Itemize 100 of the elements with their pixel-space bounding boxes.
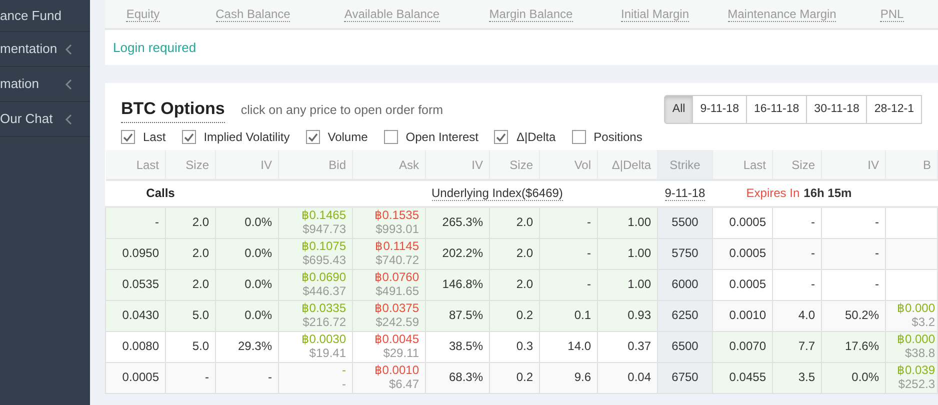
expires-value: 16h 15m <box>804 186 852 200</box>
table-cell: 5.0 <box>192 308 209 322</box>
table-cell: 0.0% <box>244 276 272 291</box>
column-header: Cash Balance <box>216 7 290 22</box>
checkbox-label: Implied Volatility <box>204 129 290 146</box>
expires-label: Expires In <box>746 186 800 200</box>
usd-price: $216.72 <box>302 314 346 329</box>
table-cell: - <box>875 246 879 260</box>
table-cell: 68.3% <box>448 370 483 384</box>
table-cell: 0.04 <box>628 370 651 384</box>
table-cell: 0.1 <box>574 308 591 322</box>
table-cell: 0.2 <box>516 308 533 322</box>
column-header: Size <box>166 150 216 180</box>
expiry-filter-button[interactable]: 9-11-18 <box>692 95 747 124</box>
table-cell: - <box>587 276 591 291</box>
price[interactable]: ฿0.0760 <box>374 270 419 284</box>
table-cell: 2.0 <box>192 246 209 260</box>
sidebar-item[interactable]: mentation <box>0 39 58 59</box>
checkbox[interactable] <box>121 130 135 144</box>
table-cell: 0.0950 <box>122 246 159 260</box>
price[interactable]: ฿0.0375 <box>374 300 419 315</box>
table-cell: 5.0 <box>192 338 209 353</box>
checkbox[interactable] <box>306 130 320 144</box>
checkbox-label: Volume <box>328 129 368 146</box>
checkbox[interactable] <box>572 130 586 144</box>
table-cell: 3.5 <box>798 370 815 384</box>
price[interactable]: ฿0.1075 <box>301 238 346 253</box>
price[interactable]: - <box>342 362 346 377</box>
table-cell: 202.2% <box>442 246 483 260</box>
checkbox[interactable] <box>182 130 196 144</box>
table-cell: 0.0005 <box>729 246 766 260</box>
column-header: B <box>886 150 938 180</box>
column-header: Bid <box>278 150 352 180</box>
table-cell: 17.6% <box>844 338 879 353</box>
usd-price: $947.73 <box>302 222 346 236</box>
usd-price: $695.43 <box>302 252 346 267</box>
table-cell: 0.37 <box>628 338 651 353</box>
table-cell: - <box>811 276 815 291</box>
price[interactable]: ฿0.1145 <box>375 238 419 253</box>
login-message: Login required <box>113 40 196 55</box>
table-cell: 2.0 <box>516 276 533 291</box>
expiry-filter-button[interactable]: 28-12-1 <box>866 95 922 124</box>
expiry-filter-button[interactable]: All <box>664 95 694 124</box>
table-cell: 87.5% <box>448 308 483 322</box>
strike-price: 6500 <box>672 338 698 353</box>
table-cell: 0.0005 <box>729 276 766 291</box>
usd-price: $3.2 <box>912 314 935 329</box>
table-cell: 0.2 <box>516 370 533 384</box>
price[interactable]: ฿0.000 <box>896 300 935 315</box>
table-cell: - <box>875 215 879 230</box>
checkbox-label: Δ|Delta <box>516 129 556 146</box>
usd-price: $740.72 <box>376 252 419 267</box>
column-header: IV <box>822 150 886 180</box>
usd-price: $491.65 <box>376 284 419 298</box>
hint-text: click on any price to open order form <box>240 102 444 120</box>
price[interactable]: ฿0.0045 <box>374 332 419 346</box>
checkbox-label: Last <box>143 129 166 146</box>
table-cell: 0.0455 <box>729 370 766 384</box>
table-cell: 7.7 <box>798 338 815 353</box>
checkbox-label: Open Interest <box>406 129 478 146</box>
table-cell: - <box>811 246 815 260</box>
table-cell: 0.0% <box>852 370 879 384</box>
price[interactable]: ฿0.0010 <box>374 362 419 377</box>
usd-price: - <box>342 376 346 391</box>
sidebar-item[interactable]: mation <box>0 74 40 94</box>
expiry-filter-button[interactable]: 30-11-18 <box>806 95 868 124</box>
price[interactable]: ฿0.0690 <box>301 270 346 284</box>
column-header: PNL <box>880 7 904 22</box>
strike-price: 6750 <box>672 370 698 384</box>
price[interactable]: ฿0.1535 <box>374 208 419 222</box>
column-header: Size <box>772 150 822 180</box>
price[interactable]: ฿0.0335 <box>301 300 346 315</box>
table-cell: - <box>587 246 591 260</box>
column-header: Available Balance <box>344 7 440 22</box>
column-header: Last <box>712 150 772 180</box>
price[interactable]: ฿0.000 <box>896 332 935 346</box>
strike-price: 5750 <box>672 246 698 260</box>
sidebar-item[interactable]: Our Chat <box>0 109 53 129</box>
table-cell: 0.0005 <box>122 370 159 384</box>
table-cell: 0.0% <box>244 215 272 230</box>
price[interactable]: ฿0.0030 <box>301 332 346 346</box>
table-cell: - <box>587 215 591 230</box>
table-cell: 2.0 <box>516 246 533 260</box>
column-header: Last <box>106 150 166 180</box>
strike-price: 5500 <box>672 215 698 230</box>
usd-price: $252.3 <box>898 376 935 391</box>
checkbox[interactable] <box>384 130 398 144</box>
table-cell: - <box>155 215 159 230</box>
usd-price: $6.47 <box>388 376 419 391</box>
expiry-filter-button[interactable]: 16-11-18 <box>746 95 808 124</box>
usd-price: $38.8 <box>904 346 935 360</box>
table-cell: 2.0 <box>192 276 209 291</box>
checkbox[interactable] <box>494 130 508 144</box>
sidebar-item[interactable]: ance Fund <box>0 6 62 26</box>
table-cell: 1.00 <box>628 246 651 260</box>
table-cell: - <box>268 370 272 384</box>
price[interactable]: ฿0.039 <box>896 362 935 377</box>
table-cell: 4.0 <box>798 308 815 322</box>
table-cell: 0.0% <box>244 308 272 322</box>
price[interactable]: ฿0.1465 <box>301 208 346 222</box>
